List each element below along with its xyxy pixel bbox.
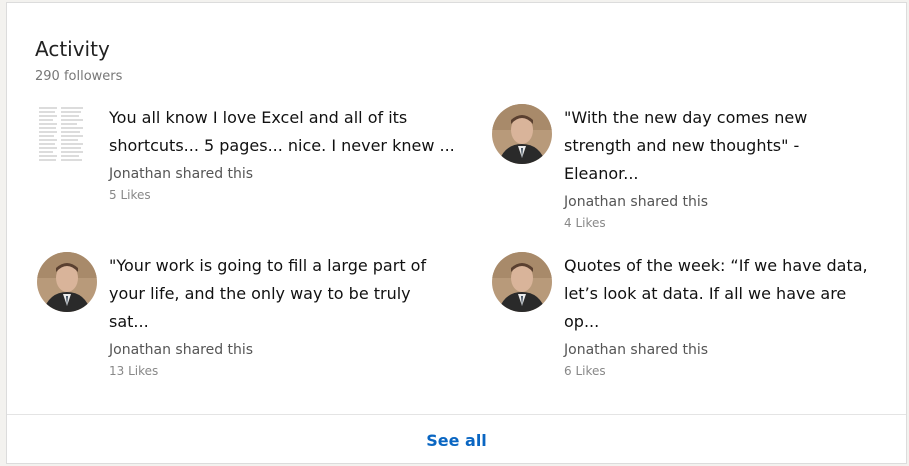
avatar [492, 252, 552, 312]
see-all-link[interactable]: See all [7, 431, 906, 450]
post-text[interactable]: Quotes of the week: “If we have data, le… [564, 252, 909, 336]
post-text[interactable]: "Your work is going to fill a large part… [109, 252, 469, 336]
post-likes[interactable]: 6 Likes [564, 364, 606, 378]
activity-card: Activity 290 followers You all know I lo… [6, 2, 907, 464]
document-thumbnail [37, 104, 85, 164]
post-text[interactable]: "With the new day comes new strength and… [564, 104, 909, 188]
activity-post[interactable]: You all know I love Excel and all of its… [37, 104, 455, 214]
post-likes[interactable]: 5 Likes [109, 188, 151, 202]
avatar [492, 104, 552, 164]
activity-post[interactable]: "Your work is going to fill a large part… [37, 252, 427, 382]
followers-count: 290 followers [35, 69, 123, 84]
post-shared-by: Jonathan shared this [109, 166, 254, 182]
post-shared-by: Jonathan shared this [564, 194, 709, 210]
avatar [37, 252, 97, 312]
post-likes[interactable]: 13 Likes [109, 364, 158, 378]
post-shared-by: Jonathan shared this [564, 342, 709, 358]
post-text[interactable]: You all know I love Excel and all of its… [109, 104, 469, 160]
activity-post[interactable]: "With the new day comes new strength and… [492, 104, 882, 234]
divider [7, 414, 906, 415]
post-shared-by: Jonathan shared this [109, 342, 254, 358]
activity-post[interactable]: Quotes of the week: “If we have data, le… [492, 252, 882, 382]
activity-title: Activity [35, 37, 110, 61]
post-likes[interactable]: 4 Likes [564, 216, 606, 230]
